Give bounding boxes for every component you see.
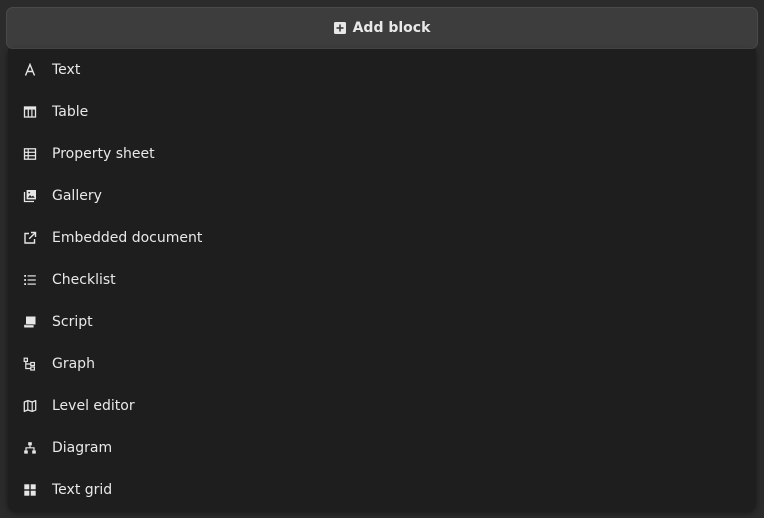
scroll-icon	[23, 315, 37, 329]
menu-item-checklist[interactable]: Checklist	[8, 259, 756, 301]
menu-item-level-editor[interactable]: Level editor	[8, 385, 756, 427]
block-type-menu: Text Table Property sheet Gallery Embedd…	[8, 49, 756, 511]
checklist-icon	[23, 273, 37, 287]
menu-item-table[interactable]: Table	[8, 91, 756, 133]
menu-item-label: Text grid	[52, 482, 113, 498]
menu-item-label: Diagram	[52, 440, 113, 456]
menu-item-label: Table	[52, 104, 89, 120]
table-icon	[23, 105, 37, 119]
menu-item-graph[interactable]: Graph	[8, 343, 756, 385]
menu-item-label: Checklist	[52, 272, 116, 288]
menu-item-text[interactable]: Text	[8, 49, 756, 91]
menu-item-label: Embedded document	[52, 230, 203, 246]
text-a-icon	[23, 63, 37, 77]
menu-item-gallery[interactable]: Gallery	[8, 175, 756, 217]
menu-item-label: Script	[52, 314, 93, 330]
add-block-label: Add block	[352, 20, 431, 36]
menu-item-label: Level editor	[52, 398, 135, 414]
menu-item-script[interactable]: Script	[8, 301, 756, 343]
menu-item-label: Graph	[52, 356, 95, 372]
external-link-icon	[23, 231, 37, 245]
gallery-icon	[23, 189, 37, 203]
add-block-panel: Add block Text Table Property sheet Gall…	[0, 0, 764, 518]
diagram-icon	[23, 441, 37, 455]
menu-item-text-grid[interactable]: Text grid	[8, 469, 756, 511]
plus-square-icon	[333, 22, 346, 34]
menu-item-property-sheet[interactable]: Property sheet	[8, 133, 756, 175]
graph-tree-icon	[23, 357, 37, 371]
menu-item-label: Property sheet	[52, 146, 155, 162]
menu-item-diagram[interactable]: Diagram	[8, 427, 756, 469]
grid-icon	[23, 483, 37, 497]
menu-item-label: Text	[52, 62, 81, 78]
map-icon	[23, 399, 37, 413]
add-block-button[interactable]: Add block	[6, 7, 758, 49]
menu-item-embedded-document[interactable]: Embedded document	[8, 217, 756, 259]
property-sheet-icon	[23, 147, 37, 161]
menu-item-label: Gallery	[52, 188, 102, 204]
